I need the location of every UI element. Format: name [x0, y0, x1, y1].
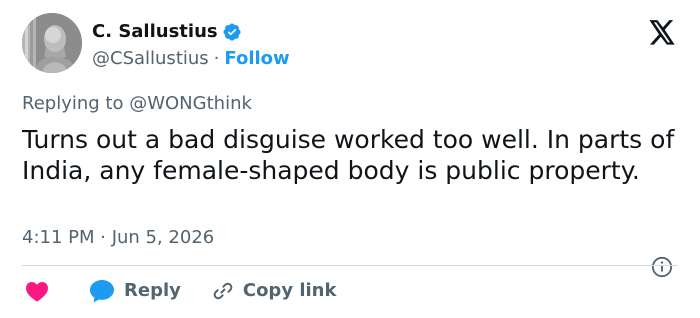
reply-context: Replying to @WONGthink — [22, 92, 252, 116]
tweet-text: Turns out a bad disguise worked too well… — [22, 125, 675, 185]
verified-badge-icon[interactable] — [222, 22, 242, 42]
divider — [22, 265, 678, 266]
separator-dot: · — [213, 48, 220, 69]
x-logo-icon[interactable] — [648, 20, 676, 46]
info-icon[interactable] — [651, 256, 673, 278]
bust-statue-avatar-icon — [22, 13, 82, 73]
like-button[interactable] — [22, 276, 52, 306]
reply-mention-link[interactable]: @WONGthink — [129, 93, 252, 114]
author-display-name[interactable]: C. Sallustius — [92, 20, 218, 44]
follow-button[interactable]: Follow — [224, 47, 289, 71]
link-icon — [213, 282, 233, 300]
author-handle-row: @CSallustius · Follow — [92, 47, 290, 71]
author-name-row: C. Sallustius — [92, 20, 242, 44]
tweet-timestamp[interactable]: 4:11 PM · Jun 5, 2026 — [22, 226, 214, 250]
reply-label: Reply — [124, 280, 181, 301]
copy-link-button[interactable]: Copy link — [211, 279, 337, 303]
copy-link-label: Copy link — [242, 280, 337, 301]
reply-context-prefix: Replying to — [22, 93, 124, 114]
author-handle[interactable]: @CSallustius — [92, 47, 209, 71]
reply-button[interactable]: Reply — [88, 278, 181, 304]
avatar[interactable] — [22, 13, 82, 73]
heart-icon — [26, 282, 48, 302]
speech-bubble-icon — [90, 280, 114, 303]
action-bar: Reply Copy link — [22, 276, 336, 306]
